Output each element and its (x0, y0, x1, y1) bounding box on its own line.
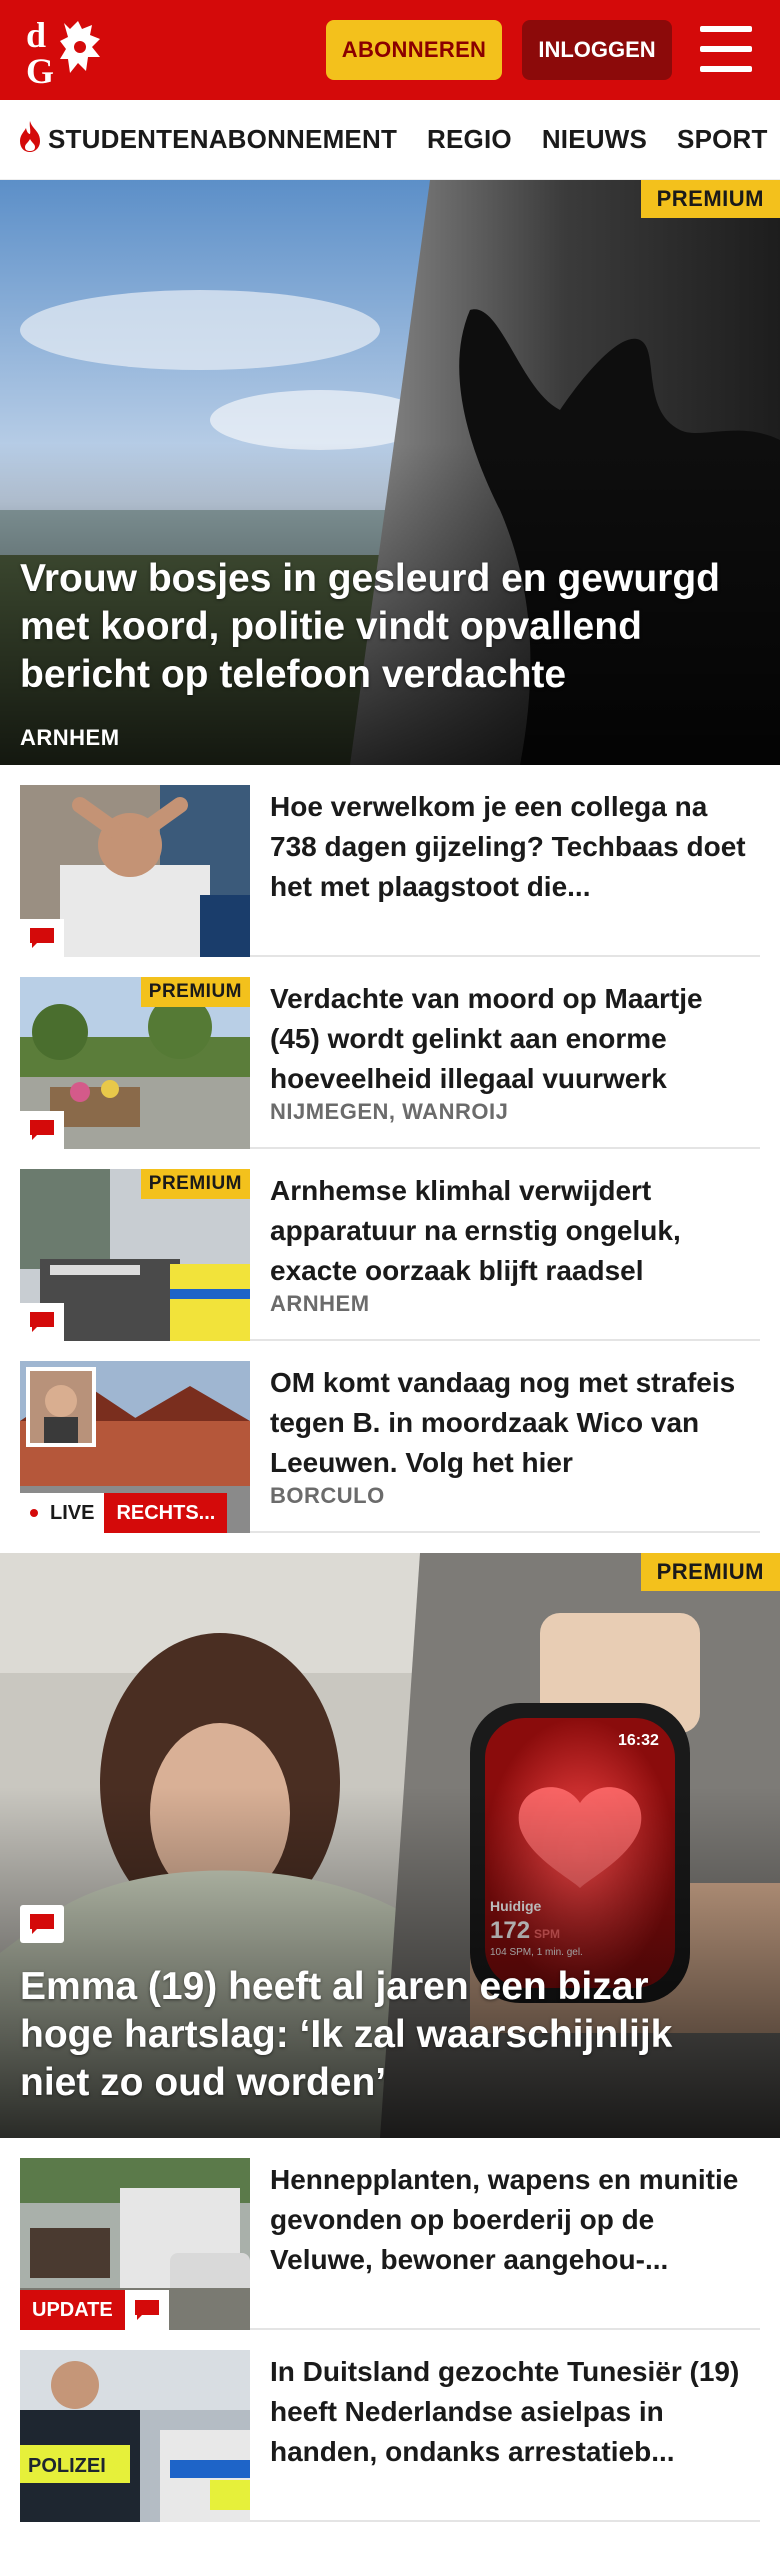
article-thumbnail (20, 785, 250, 957)
comment-icon (124, 2290, 169, 2330)
list-item[interactable]: PREMIUM Verdachte van moord op Maartje (… (20, 957, 760, 1149)
hero-title-1[interactable]: Vrouw bosjes in gesleurd en gewurgd met … (20, 555, 750, 699)
article-thumbnail: UPDATE (20, 2158, 250, 2330)
article-title[interactable]: OM komt vandaag nog met strafeis tegen B… (270, 1363, 760, 1483)
comment-icon (20, 919, 64, 957)
comment-icon (20, 1303, 64, 1341)
hero-article-2[interactable]: 16:32 Huidige 172 SPM 104 SPM, 1 min. ge… (0, 1553, 780, 2138)
nav-item-nieuws[interactable]: NIEUWS (542, 124, 647, 155)
premium-badge: PREMIUM (640, 1553, 780, 1591)
site-logo[interactable]: d G (20, 11, 120, 89)
article-location: NIJMEGEN, WANROIJ (270, 1099, 509, 1124)
article-thumbnail: PREMIUM (20, 977, 250, 1149)
flame-icon (16, 119, 44, 160)
police-text: POLIZEI (28, 2455, 106, 2477)
svg-text:G: G (26, 51, 54, 89)
premium-badge: PREMIUM (140, 977, 250, 1007)
nav-item-studentenabonnement[interactable]: STUDENTENABONNEMENT (16, 119, 397, 160)
article-thumbnail: PREMIUM (20, 1169, 250, 1341)
update-badge: UPDATE (20, 2290, 125, 2330)
top-bar: d G ABONNEREN INLOGGEN (0, 0, 780, 100)
article-title[interactable]: Arnhemse klimhal verwijdert apparatuur n… (270, 1171, 760, 1291)
hamburger-menu-icon[interactable] (700, 26, 752, 72)
article-location: ARNHEM (270, 1291, 370, 1316)
nav-item-sport[interactable]: SPORT (677, 124, 768, 155)
article-list-2: UPDATE Hennepplanten, wapens en munitie … (0, 2138, 780, 2522)
nav-item-regio[interactable]: REGIO (427, 124, 512, 155)
premium-badge: PREMIUM (140, 1169, 250, 1199)
list-item[interactable]: POLIZEI In Duitsland gezochte Tunesiër (… (20, 2330, 760, 2522)
hero-article-1[interactable]: PREMIUM Vrouw bosjes in gesleurd en gewu… (0, 180, 780, 765)
comment-icon (20, 1905, 64, 1943)
hero-title-2[interactable]: Emma (19) heeft al jaren een bizar hoge … (20, 1963, 750, 2107)
section-nav: STUDENTENABONNEMENT REGIO NIEUWS SPORT K (0, 100, 780, 180)
svg-text:d: d (26, 15, 46, 55)
update-row: UPDATE (20, 2290, 169, 2330)
article-title[interactable]: In Duitsland gezochte Tunesiër (19) heef… (270, 2352, 760, 2472)
hero-location-1: ARNHEM (20, 725, 120, 750)
article-thumbnail: POLIZEI (20, 2350, 250, 2522)
list-item[interactable]: UPDATE Hennepplanten, wapens en munitie … (20, 2138, 760, 2330)
article-thumbnail: LIVE RECHTS... (20, 1361, 250, 1533)
live-badge: LIVE (20, 1493, 105, 1533)
subscribe-button[interactable]: ABONNEREN (326, 20, 502, 80)
live-label: LIVE (50, 1501, 95, 1524)
comment-icon (20, 1111, 64, 1149)
article-list-1: Hoe verwelkom je een collega na 738 dage… (0, 765, 780, 1533)
nav-label: STUDENTENABONNEMENT (48, 124, 398, 154)
live-dot-icon (30, 1509, 38, 1517)
article-location: BORCULO (270, 1483, 385, 1508)
premium-badge: PREMIUM (640, 180, 780, 218)
tag-badge: RECHTS... (104, 1493, 228, 1533)
live-row: LIVE RECHTS... (20, 1493, 228, 1533)
article-title[interactable]: Hennepplanten, wapens en munitie gevonde… (270, 2160, 760, 2280)
list-item[interactable]: LIVE RECHTS... OM komt vandaag nog met s… (20, 1341, 760, 1533)
list-item[interactable]: PREMIUM Arnhemse klimhal verwijdert appa… (20, 1149, 760, 1341)
article-title[interactable]: Hoe verwelkom je een collega na 738 dage… (270, 787, 760, 907)
article-title[interactable]: Verdachte van moord op Maartje (45) word… (270, 979, 760, 1099)
login-button[interactable]: INLOGGEN (522, 20, 672, 80)
list-item[interactable]: Hoe verwelkom je een collega na 738 dage… (20, 765, 760, 957)
